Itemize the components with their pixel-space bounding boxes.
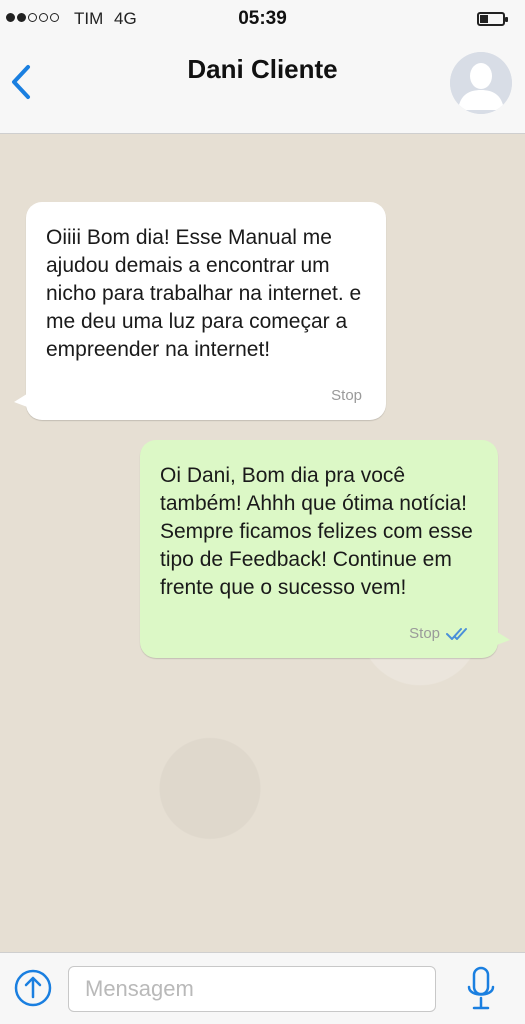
chat-header: Dani Cliente <box>0 40 525 134</box>
user-silhouette-icon <box>450 52 512 114</box>
clock: 05:39 <box>238 8 287 29</box>
upload-button[interactable] <box>14 969 52 1007</box>
status-bar: TIM 4G 05:39 <box>0 0 525 40</box>
message-meta: Stop <box>409 620 474 648</box>
message-text: Oi Dani, Bom dia pra você também! Ahhh q… <box>160 464 473 599</box>
chat-area[interactable]: Oiiii Bom dia! Esse Manual me ajudou dem… <box>0 134 525 952</box>
battery-icon <box>477 12 508 26</box>
contact-name[interactable]: Dani Cliente <box>0 54 525 85</box>
avatar[interactable] <box>450 52 512 114</box>
message-text: Oiiii Bom dia! Esse Manual me ajudou dem… <box>46 226 362 361</box>
message-input[interactable] <box>68 966 436 1012</box>
message-incoming[interactable]: Oiiii Bom dia! Esse Manual me ajudou dem… <box>14 202 386 420</box>
message-outgoing[interactable]: Oi Dani, Bom dia pra você também! Ahhh q… <box>140 440 510 658</box>
message-time: Stop <box>331 387 362 404</box>
message-meta: Stop <box>331 382 362 410</box>
message-time: Stop <box>409 625 440 642</box>
microphone-icon <box>467 966 495 1010</box>
double-check-icon <box>446 628 467 640</box>
microphone-button[interactable] <box>466 965 496 1013</box>
arrow-up-circle-icon <box>14 969 52 1007</box>
message-composer <box>0 952 525 1024</box>
battery-level <box>480 15 489 23</box>
